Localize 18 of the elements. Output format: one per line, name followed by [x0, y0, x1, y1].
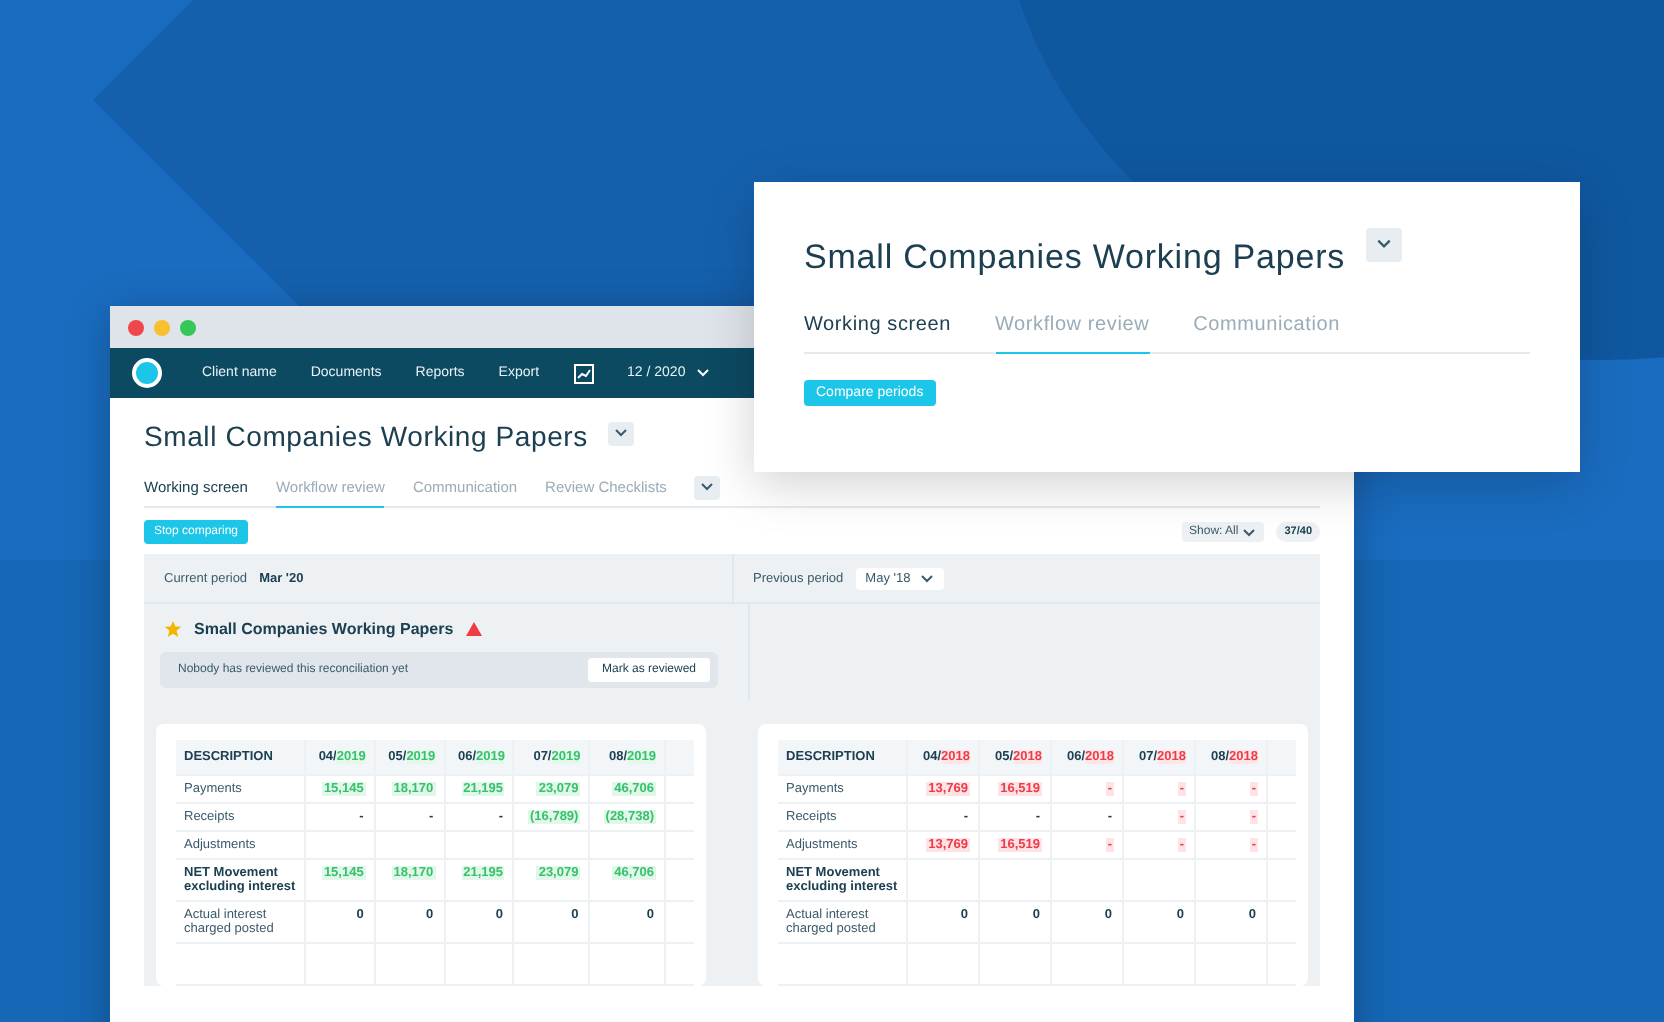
- section-title: Small Companies Working Papers: [194, 620, 454, 638]
- popup-title: Small Companies Working Papers: [804, 238, 1346, 278]
- caret-icon: [920, 573, 935, 583]
- caret-icon: [613, 428, 628, 438]
- dropdown-button[interactable]: [1365, 227, 1402, 261]
- dropdown-button[interactable]: [607, 421, 634, 445]
- caret-icon: [700, 482, 715, 492]
- chart-icon[interactable]: [573, 363, 594, 383]
- tab[interactable]: Working screen: [804, 306, 951, 354]
- caret-icon: [695, 368, 710, 378]
- logo-icon: [132, 358, 162, 388]
- caret-icon: [1375, 238, 1392, 250]
- more-tabs-button[interactable]: [694, 475, 721, 499]
- maximize-dot[interactable]: [180, 319, 196, 335]
- caret-icon: [1242, 527, 1257, 537]
- close-dot[interactable]: [128, 319, 144, 335]
- minimize-dot[interactable]: [154, 319, 170, 335]
- page-title: Small Companies Working Papers: [144, 420, 588, 452]
